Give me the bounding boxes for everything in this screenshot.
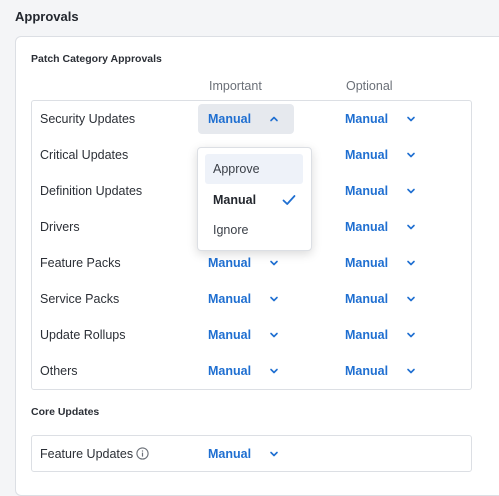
chevron-down-icon xyxy=(407,260,415,266)
optional-select[interactable]: Manual xyxy=(335,104,431,134)
patch-category-heading: Patch Category Approvals xyxy=(31,53,162,65)
select-value: Manual xyxy=(345,184,389,198)
row-label: Critical Updates xyxy=(40,148,129,162)
row-label: Others xyxy=(40,364,78,378)
row-label-wrap: Feature Updates xyxy=(40,447,149,461)
row-label: Drivers xyxy=(40,220,80,234)
optional-select[interactable]: Manual xyxy=(335,320,431,350)
chevron-down-icon xyxy=(407,368,415,374)
chevron-down-icon xyxy=(270,451,278,457)
select-value: Manual xyxy=(208,447,252,461)
column-optional: Optional xyxy=(346,79,393,93)
chevron-down-icon xyxy=(407,152,415,158)
row-label: Security Updates xyxy=(40,112,136,126)
check-icon xyxy=(282,195,296,205)
info-icon[interactable] xyxy=(136,447,149,460)
optional-select[interactable]: Manual xyxy=(335,248,431,278)
table-row: Others Manual Manual xyxy=(32,353,471,389)
chevron-down-icon xyxy=(270,296,278,302)
optional-select[interactable]: Manual xyxy=(335,356,431,386)
chevron-down-icon xyxy=(270,368,278,374)
table-row: Feature Updates Manual xyxy=(32,436,471,472)
chevron-down-icon xyxy=(270,332,278,338)
select-value: Manual xyxy=(345,220,389,234)
dropdown-option-approve[interactable]: Approve xyxy=(205,154,303,184)
important-select[interactable]: Manual xyxy=(198,248,294,278)
row-label: Definition Updates xyxy=(40,184,143,198)
select-value: Manual xyxy=(208,328,252,342)
table-row: Security Updates Manual Manual xyxy=(32,101,471,137)
dropdown-option-manual[interactable]: Manual xyxy=(205,185,303,215)
core-updates-table: Feature Updates Manual xyxy=(31,435,472,472)
optional-select[interactable]: Manual xyxy=(335,212,431,242)
row-label: Feature Updates xyxy=(40,447,134,461)
select-value: Manual xyxy=(208,364,252,378)
approval-dropdown-menu: Approve Manual Ignore xyxy=(197,147,312,251)
row-label: Update Rollups xyxy=(40,328,126,342)
column-important: Important xyxy=(209,79,262,93)
chevron-down-icon xyxy=(407,332,415,338)
table-row: Service Packs Manual Manual xyxy=(32,281,471,317)
optional-select[interactable]: Manual xyxy=(335,284,431,314)
important-select[interactable]: Manual xyxy=(198,284,294,314)
table-row: Update Rollups Manual Manual xyxy=(32,317,471,353)
optional-select[interactable]: Manual xyxy=(335,140,431,170)
important-select[interactable]: Manual xyxy=(198,104,294,134)
select-value: Manual xyxy=(345,256,389,270)
select-value: Manual xyxy=(345,328,389,342)
chevron-down-icon xyxy=(407,296,415,302)
chevron-down-icon xyxy=(407,188,415,194)
select-value: Manual xyxy=(208,112,252,126)
chevron-down-icon xyxy=(407,116,415,122)
important-select[interactable]: Manual xyxy=(198,439,294,469)
select-value: Manual xyxy=(208,256,252,270)
select-value: Manual xyxy=(345,364,389,378)
select-value: Manual xyxy=(208,292,252,306)
select-value: Manual xyxy=(345,292,389,306)
important-select[interactable]: Manual xyxy=(198,356,294,386)
dropdown-option-ignore[interactable]: Ignore xyxy=(205,215,303,245)
chevron-down-icon xyxy=(270,260,278,266)
select-value: Manual xyxy=(345,148,389,162)
important-select[interactable]: Manual xyxy=(198,320,294,350)
optional-select[interactable]: Manual xyxy=(335,176,431,206)
core-updates-heading: Core Updates xyxy=(31,406,100,418)
row-label: Service Packs xyxy=(40,292,120,306)
page-title: Approvals xyxy=(15,9,79,24)
chevron-up-icon xyxy=(270,116,278,122)
chevron-down-icon xyxy=(407,224,415,230)
select-value: Manual xyxy=(345,112,389,126)
row-label: Feature Packs xyxy=(40,256,121,270)
